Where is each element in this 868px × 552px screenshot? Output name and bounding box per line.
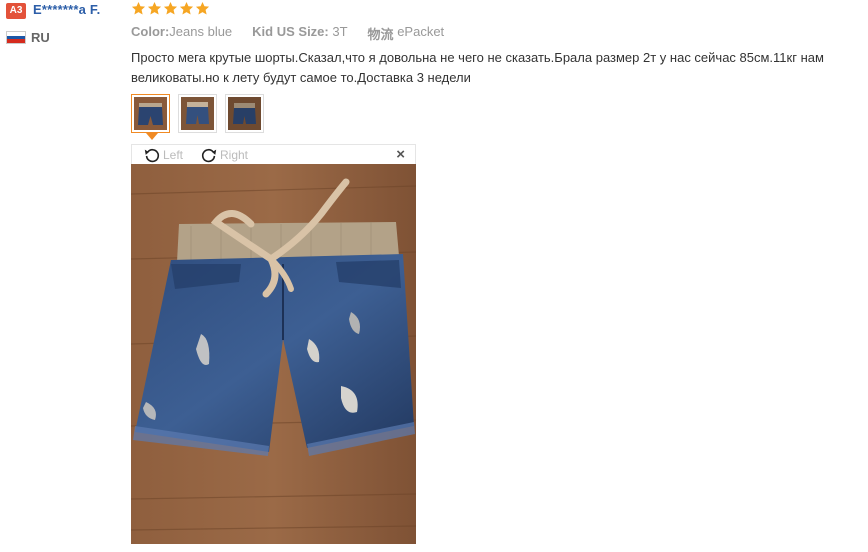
reviewer-name: E*******a F. <box>33 2 101 17</box>
rotate-left-icon <box>144 148 160 163</box>
close-viewer-button[interactable]: × <box>396 147 405 163</box>
star-rating <box>131 1 210 19</box>
rotate-right-label: Right <box>220 148 249 162</box>
star-icon <box>131 1 146 15</box>
thumbnail-3[interactable] <box>225 94 264 133</box>
thumbnail-1[interactable] <box>131 94 170 133</box>
attr-value-size: 3T <box>332 24 348 39</box>
attr-label-color: Color: <box>131 24 170 39</box>
attr-value-shipping: ePacket <box>397 24 445 39</box>
review-text: Просто мега крутые шорты.Сказал,что я до… <box>131 50 824 85</box>
reviewer-country: RU <box>31 30 50 45</box>
image-viewer-toolbar: Left Right × <box>131 144 416 164</box>
attr-label-size: Kid US Size: <box>252 24 329 39</box>
attr-value-color: Jeans blue <box>169 24 233 39</box>
review-photo-thumbnails <box>131 94 264 133</box>
active-thumbnail-indicator <box>146 133 158 140</box>
star-icon <box>163 1 178 15</box>
rotate-right-icon <box>201 148 217 163</box>
order-attributes: Color: Jeans blue Kid US Size: 3T 物流 ePa… <box>131 24 464 43</box>
star-icon <box>147 1 162 15</box>
shorts-thumbnail-image <box>228 97 261 130</box>
reviewer-avatar-badge: A3 <box>6 3 26 19</box>
russia-flag-icon <box>6 31 26 44</box>
rotate-left-label: Left <box>163 148 184 162</box>
rotate-right-button[interactable]: Right <box>200 146 248 164</box>
shorts-thumbnail-image <box>134 97 167 130</box>
rotate-left-button[interactable]: Left <box>143 146 183 164</box>
review-photo-denim-shorts <box>131 164 416 544</box>
star-icon <box>179 1 194 15</box>
attr-label-shipping: 物流 <box>367 27 394 42</box>
shorts-thumbnail-image <box>181 97 214 130</box>
star-icon <box>195 1 210 15</box>
thumbnail-2[interactable] <box>178 94 217 133</box>
